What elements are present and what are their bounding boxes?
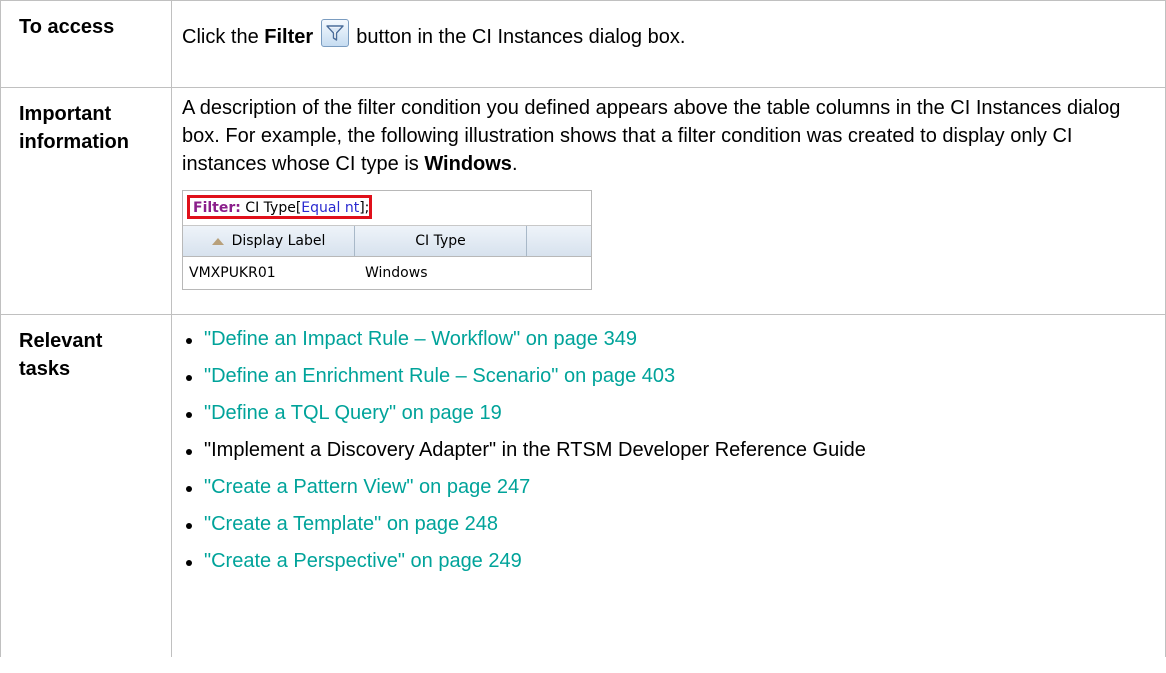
important-heading-line1: Important	[19, 103, 112, 125]
task-item[interactable]: "Create a Template" on page 248	[182, 506, 1157, 543]
column-header-ci-type: CI Type	[355, 226, 527, 256]
task-link-template[interactable]: "Create a Template" on page 248	[204, 513, 498, 535]
row-to-access: To access Click the Filter button in the…	[0, 0, 1166, 88]
important-content: A description of the filter condition yo…	[171, 87, 1166, 315]
task-item[interactable]: "Create a Perspective" on page 249	[182, 543, 1157, 580]
important-heading: Important information	[0, 87, 172, 315]
sort-ascending-icon	[211, 237, 224, 245]
filter-funnel-icon	[320, 19, 349, 47]
filter-text-a: CI Type[	[240, 200, 302, 216]
illustration-filter-bar: Filter: CI Type[Equal nt];	[183, 191, 591, 226]
important-text: A description of the filter condition yo…	[182, 97, 1121, 175]
important-heading-line2: information	[19, 131, 129, 153]
column-header-display-label: Display Label	[183, 226, 355, 256]
important-paragraph: A description of the filter condition yo…	[182, 94, 1157, 178]
illustration-table-row: VMXPUKR01 Windows	[183, 257, 591, 289]
row-relevant-tasks: Relevant tasks "Define an Impact Rule – …	[0, 314, 1166, 657]
important-end: .	[511, 153, 518, 175]
task-link-impact-rule[interactable]: "Define an Impact Rule – Workflow" on pa…	[204, 328, 637, 350]
row-important-information: Important information A description of t…	[0, 87, 1166, 315]
tasks-content: "Define an Impact Rule – Workflow" on pa…	[171, 314, 1166, 657]
tasks-list: "Define an Impact Rule – Workflow" on pa…	[182, 321, 1157, 580]
task-text-discovery-adapter: "Implement a Discovery Adapter" in the R…	[204, 439, 866, 461]
to-access-content: Click the Filter button in the CI Instan…	[171, 0, 1166, 88]
filter-value: Equal nt	[301, 200, 360, 216]
tasks-heading-line2: tasks	[19, 358, 71, 380]
access-filter-bold: Filter	[264, 26, 314, 48]
task-link-perspective[interactable]: "Create a Perspective" on page 249	[204, 550, 522, 572]
task-item[interactable]: "Define an Impact Rule – Workflow" on pa…	[182, 321, 1157, 358]
access-text-after: button in the CI Instances dialog box.	[350, 26, 686, 48]
task-link-enrichment-rule[interactable]: "Define an Enrichment Rule – Scenario" o…	[204, 365, 675, 387]
filter-label: Filter:	[193, 200, 241, 216]
tasks-heading: Relevant tasks	[0, 314, 172, 657]
task-item[interactable]: "Create a Pattern View" on page 247	[182, 469, 1157, 506]
filter-illustration: Filter: CI Type[Equal nt]; Display Label…	[182, 190, 592, 290]
important-bold-windows: Windows	[424, 153, 512, 175]
access-text-before: Click the	[182, 26, 265, 48]
tasks-heading-line1: Relevant	[19, 330, 103, 352]
filter-highlight-box: Filter: CI Type[Equal nt];	[187, 195, 372, 219]
filter-text-b: ];	[359, 200, 370, 216]
illustration-table-header: Display Label CI Type	[183, 226, 591, 257]
task-item[interactable]: "Define an Enrichment Rule – Scenario" o…	[182, 358, 1157, 395]
task-link-tql-query[interactable]: "Define a TQL Query" on page 19	[204, 402, 502, 424]
row-display-label: VMXPUKR01	[189, 265, 276, 281]
to-access-heading: To access	[0, 0, 172, 88]
task-link-pattern-view[interactable]: "Create a Pattern View" on page 247	[204, 476, 530, 498]
task-item[interactable]: "Define a TQL Query" on page 19	[182, 395, 1157, 432]
info-table: To access Click the Filter button in the…	[0, 0, 1166, 657]
column-header-display-label-text: Display Label	[231, 233, 326, 249]
row-ci-type: Windows	[365, 265, 428, 281]
task-item: "Implement a Discovery Adapter" in the R…	[182, 432, 1157, 469]
